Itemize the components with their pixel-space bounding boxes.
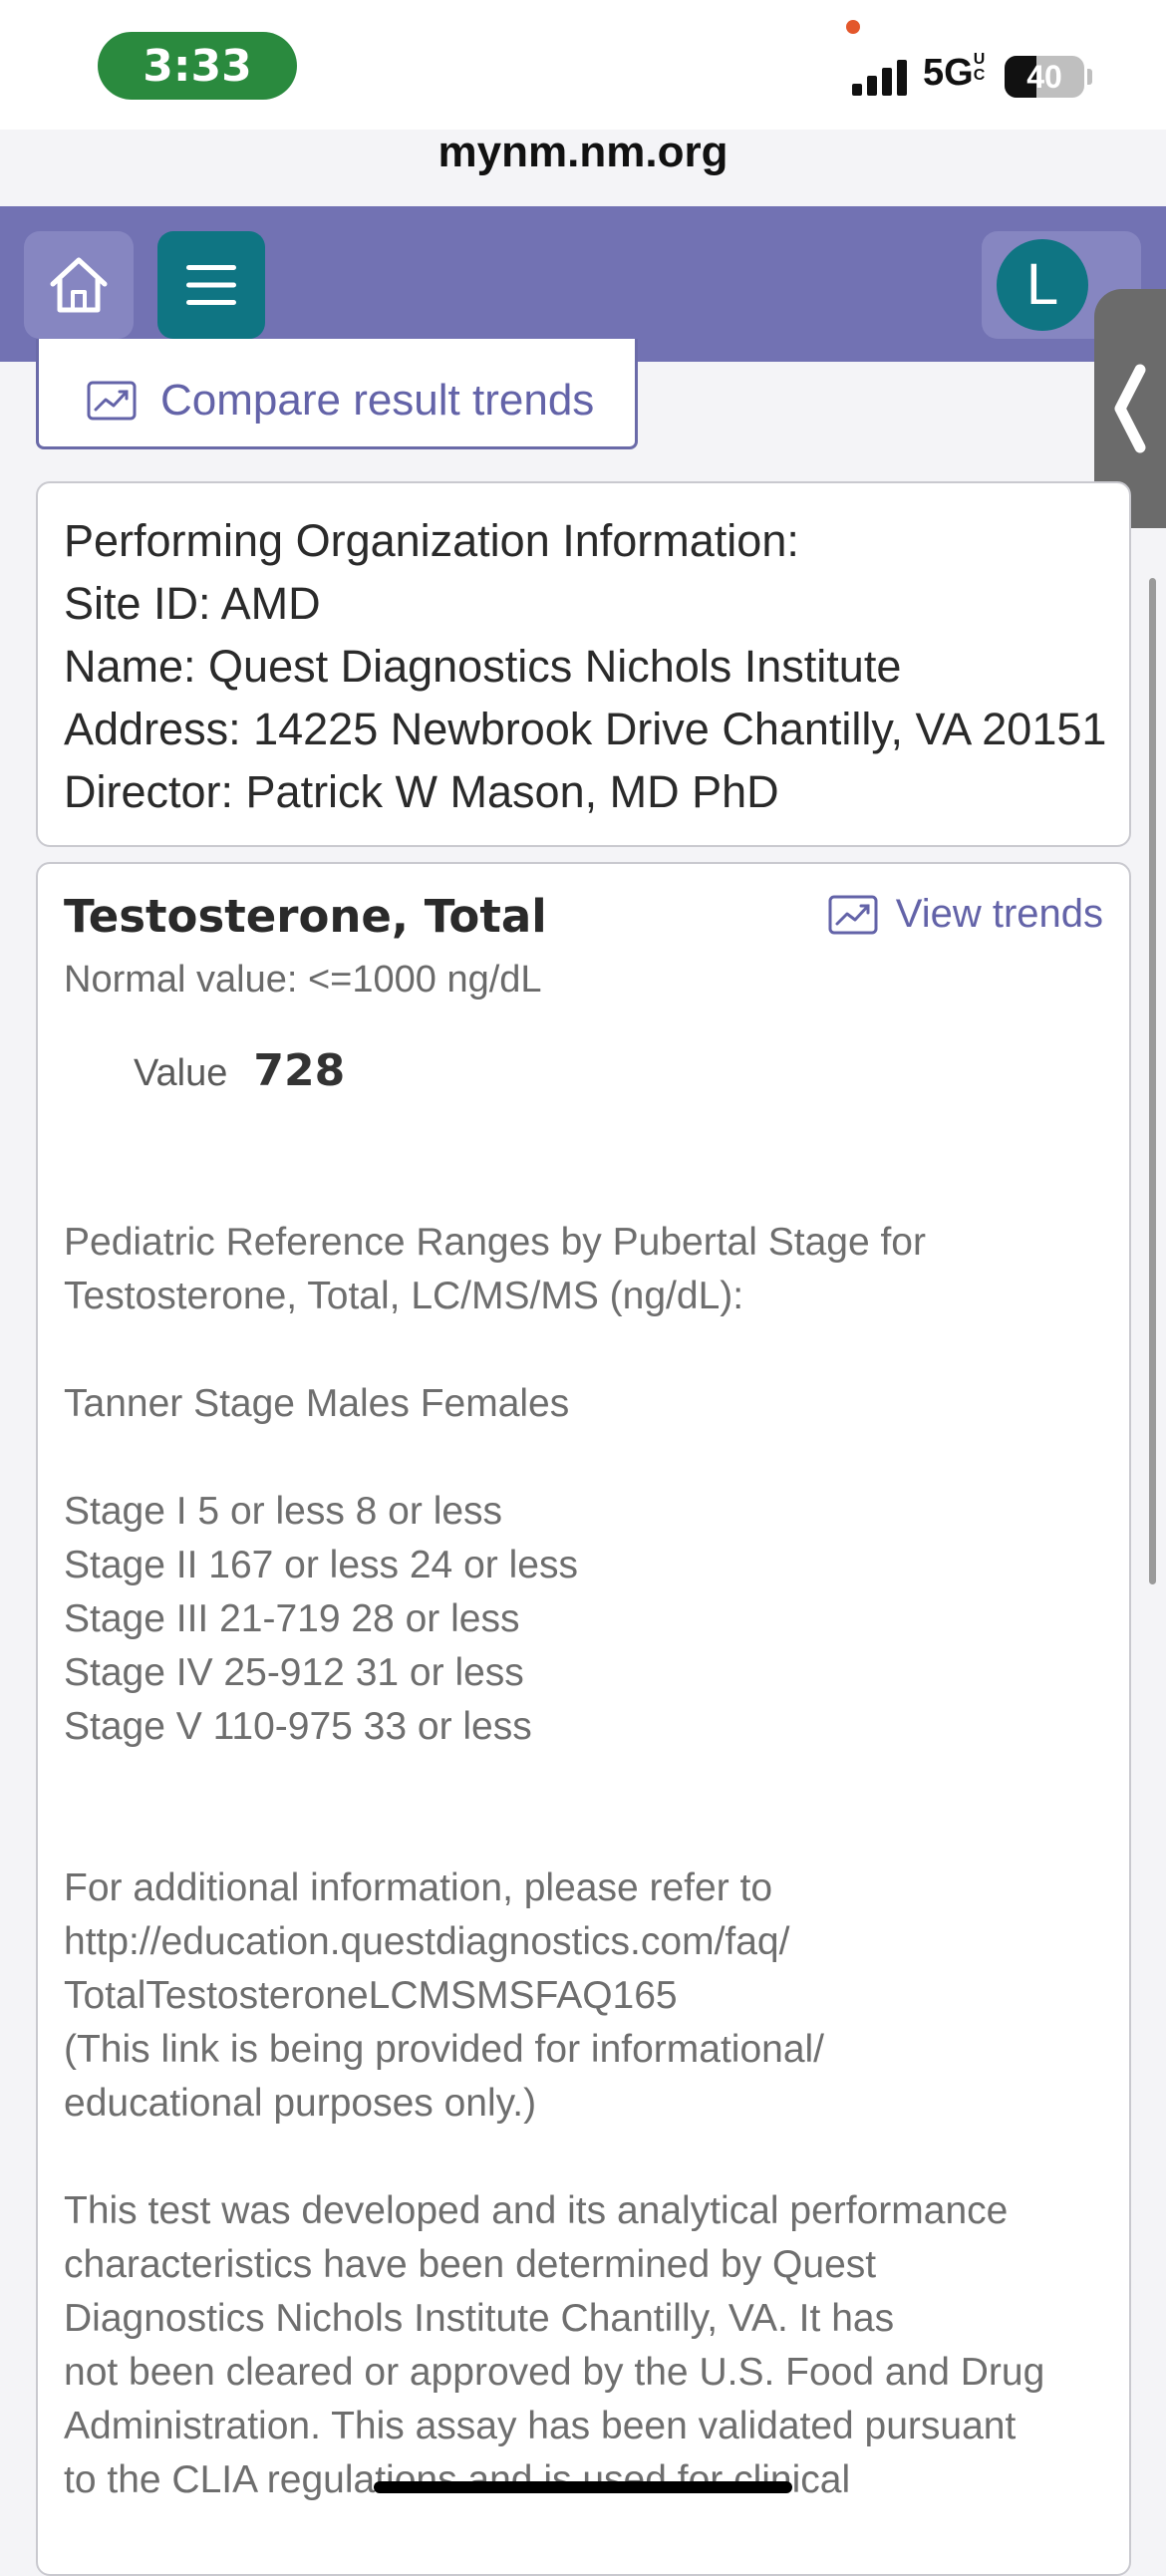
mic-indicator-dot [846,20,860,34]
trend-chart-icon [828,895,878,934]
normal-value-range: Normal value: <=1000 ng/dL [64,959,542,1001]
scrollbar-thumb[interactable] [1149,578,1156,1584]
avatar[interactable]: L [997,239,1088,331]
org-site-id: Site ID: AMD [64,578,321,629]
network-type: 5G [923,52,974,94]
compare-result-trends-button[interactable]: Compare result trends [36,339,638,449]
performing-organization-card: Performing Organization Information: Sit… [36,481,1131,847]
battery-percent: 40 [1026,59,1062,95]
network-superscript: UC [973,51,986,84]
hamburger-menu-icon [186,265,236,305]
battery-icon: 40 [1005,56,1084,98]
org-name: Name: Quest Diagnostics Nichols Institut… [64,641,902,692]
browser-url[interactable]: mynm.nm.org [0,128,1166,177]
trend-chart-icon [87,381,137,421]
view-trends-label: View trends [895,892,1103,936]
org-heading: Performing Organization Information: [64,515,799,566]
signal-strength-icon [852,60,912,96]
result-value: 728 [253,1045,346,1096]
battery-nub [1087,69,1092,85]
chevron-left-icon [1114,364,1146,453]
org-director: Director: Patrick W Mason, MD PhD [64,766,779,817]
home-button[interactable] [24,231,134,339]
status-bar: 3:33 5GUC 40 mynm.nm.org [0,0,1166,176]
result-comment-text: Pediatric Reference Ranges by Pubertal S… [64,1221,1045,2501]
org-address: Address: 14225 Newbrook Drive Chantilly,… [64,704,1107,754]
menu-button[interactable] [157,231,265,339]
network-type-label: 5GUC [923,52,988,95]
view-trends-link[interactable]: View trends [828,892,1103,937]
home-indicator-bar[interactable] [374,2481,792,2493]
compare-result-trends-label: Compare result trends [160,376,595,425]
home-icon [50,257,108,313]
status-time: 3:33 [98,32,297,100]
result-card-testosterone: Testosterone, Total View trends Normal v… [36,862,1131,2576]
value-label: Value [134,1052,228,1094]
result-value-row: Value 728 [134,1045,1103,1096]
